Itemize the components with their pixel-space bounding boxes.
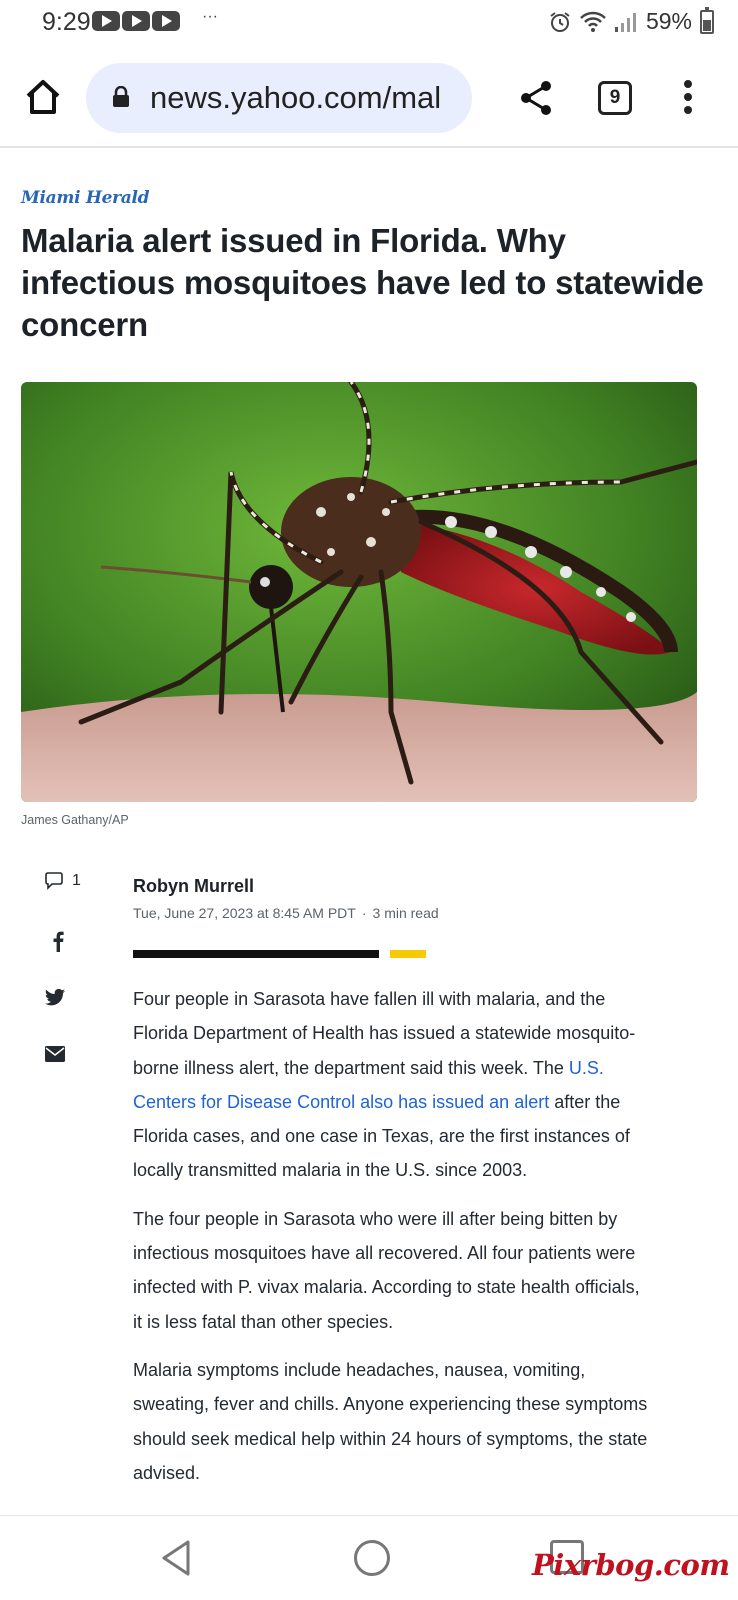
youtube-icon [92,11,120,31]
share-icon[interactable] [516,78,556,118]
home-circle-icon[interactable] [354,1540,390,1576]
alarm-icon [550,11,570,32]
battery-icon [700,6,714,34]
status-time: 9:29 [42,8,91,36]
reading-progress-accent [390,950,426,958]
notification-icons [92,11,180,31]
paragraph: The four people in Sarasota who were ill… [133,1208,640,1332]
author-name[interactable]: Robyn Murrell [133,876,254,897]
comment-count: 1 [72,872,81,889]
mail-icon[interactable] [45,1046,65,1062]
publisher-logo[interactable]: Miami Herald [21,188,150,208]
read-time: 3 min read [372,905,439,921]
status-bar: 9:29 ··· 59% [0,0,738,50]
signal-icon [614,12,636,32]
publish-date: Tue, June 27, 2023 at 8:45 AM PDT [133,905,356,921]
lock-icon [113,86,129,107]
image-credit: James Gathany/AP [21,813,129,827]
watermark: Pixrbog.com [532,1548,730,1582]
twitter-icon[interactable] [44,988,66,1008]
url-text: news.yahoo.com/mal [150,80,442,115]
tabs-button[interactable]: 9 [598,81,632,115]
more-notifications-icon: ··· [202,8,218,25]
paragraph: Malaria symptoms include headaches, naus… [133,1359,648,1483]
paragraph: Four people in Sarasota have fallen ill … [133,989,636,1181]
comment-icon [45,872,63,890]
meta-separator: · [361,905,367,921]
more-vert-icon[interactable] [680,80,696,120]
hero-image [21,382,697,802]
youtube-icon [152,11,180,31]
article-meta: Tue, June 27, 2023 at 8:45 AM PDT · 3 min … [133,905,439,921]
reading-progress-bar [133,950,379,958]
status-right: 59% [548,6,714,35]
battery-percent: 59% [645,8,692,34]
home-icon[interactable] [20,74,66,120]
browser-toolbar: news.yahoo.com/mal 9 [0,50,738,148]
address-bar[interactable]: news.yahoo.com/mal [86,63,472,133]
article-headline: Malaria alert issued in Florida. Why inf… [21,222,704,343]
youtube-icon [122,11,150,31]
wifi-icon [580,11,606,32]
facebook-icon[interactable] [50,930,66,952]
comments-button[interactable]: 1 [44,872,81,890]
article-body: Four people in Sarasota have fallen ill … [133,982,653,1504]
back-icon[interactable] [158,1538,194,1578]
